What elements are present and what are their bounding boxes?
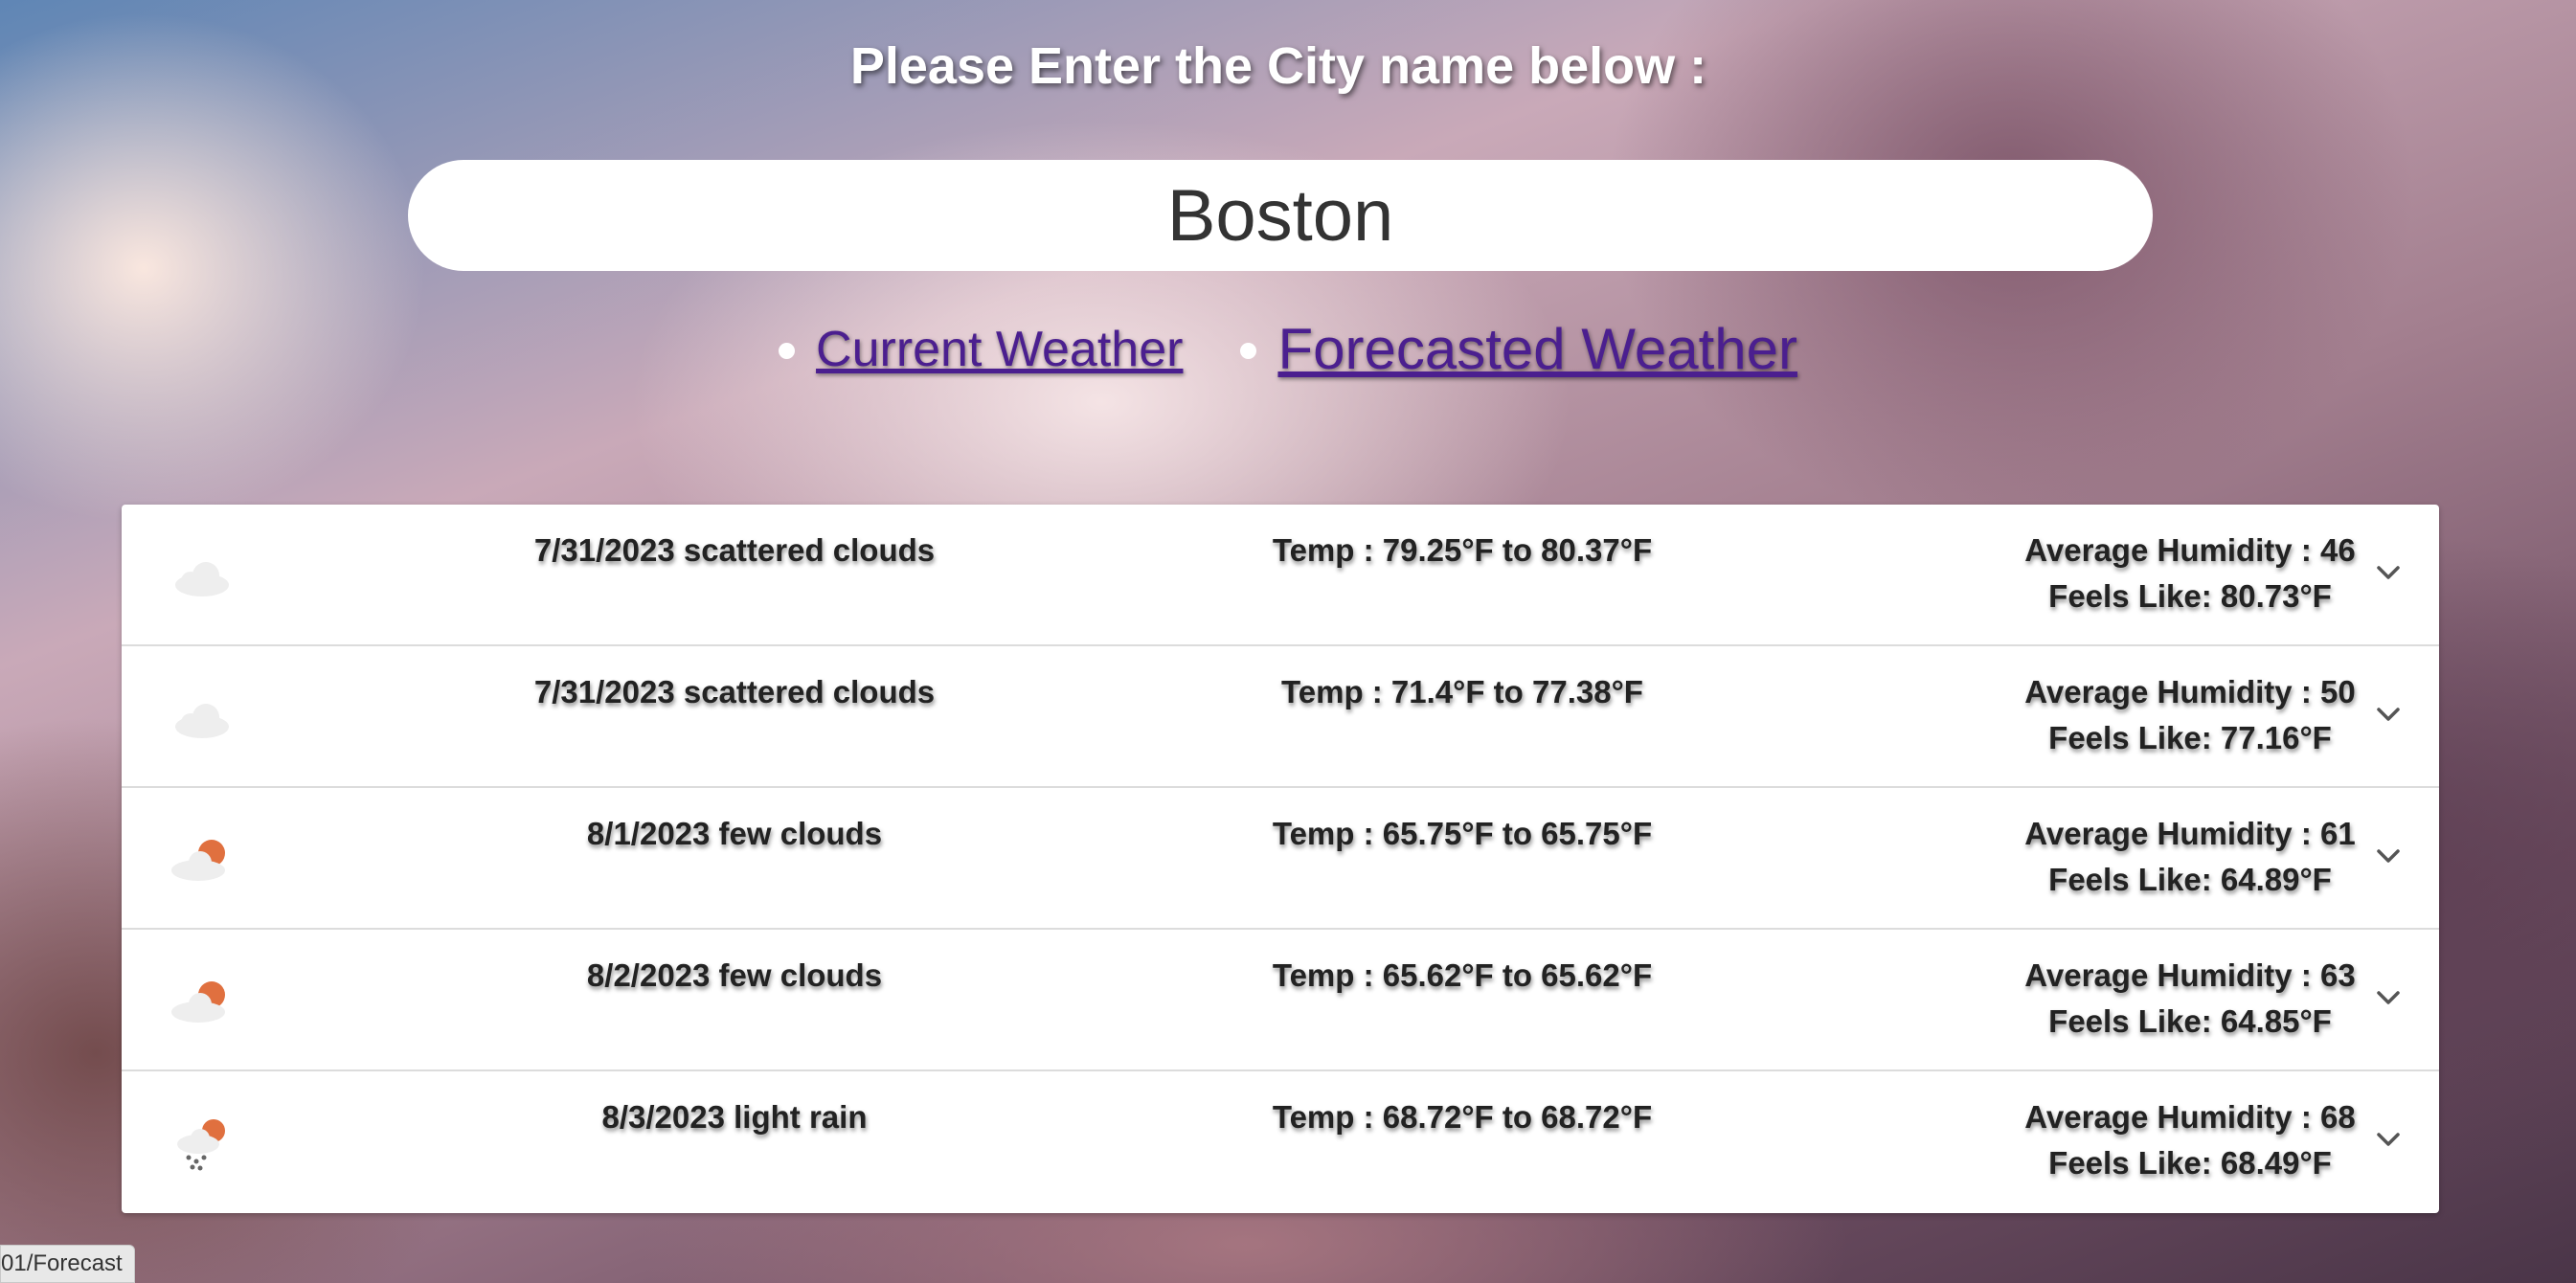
forecast-row[interactable]: 8/3/2023 light rain Temp : 68.72°F to 68… [122, 1071, 2439, 1213]
average-humidity: Average Humidity : 61 [2024, 816, 2356, 851]
status-bar-url: 01/Forecast [0, 1245, 135, 1283]
chevron-down-icon[interactable] [2374, 558, 2403, 587]
average-humidity: Average Humidity : 68 [2024, 1099, 2356, 1135]
sun-behind-cloud-icon [171, 840, 225, 881]
forecast-humidity-feels: Average Humidity : 61 Feels Like: 64.89°… [1826, 811, 2439, 903]
forecast-row[interactable]: 8/1/2023 few clouds Temp : 65.75°F to 65… [122, 788, 2439, 930]
forecast-row[interactable]: 7/31/2023 scattered clouds Temp : 71.4°F… [122, 646, 2439, 788]
forecast-date-description: 7/31/2023 scattered clouds [533, 532, 936, 568]
forecast-date-description: 8/3/2023 light rain [601, 1099, 868, 1135]
sun-behind-cloud-icon [171, 981, 225, 1023]
page-heading: Please Enter the City name below : [849, 37, 1707, 95]
cloud-icon [175, 704, 229, 738]
forecast-row[interactable]: 8/2/2023 few clouds Temp : 65.62°F to 65… [122, 930, 2439, 1071]
weather-nav: Current Weather Forecasted Weather [0, 316, 2576, 382]
bullet-icon [1240, 343, 1257, 359]
forecast-date-description: 8/2/2023 few clouds [586, 957, 883, 993]
chevron-down-icon[interactable] [2374, 983, 2403, 1012]
feels-like: Feels Like: 68.49°F [2048, 1145, 2332, 1181]
average-humidity: Average Humidity : 63 [2024, 957, 2356, 993]
chevron-down-icon[interactable] [2374, 842, 2403, 870]
chevron-down-icon[interactable] [2374, 1125, 2403, 1154]
feels-like: Feels Like: 77.16°F [2048, 720, 2332, 755]
forecast-temp-range: Temp : 79.25°F to 80.37°F [1272, 532, 1653, 568]
forecast-temp-range: Temp : 71.4°F to 77.38°F [1281, 674, 1643, 709]
forecast-temp-range: Temp : 65.62°F to 65.62°F [1272, 957, 1653, 993]
feels-like: Feels Like: 64.89°F [2048, 862, 2332, 897]
forecast-humidity-feels: Average Humidity : 63 Feels Like: 64.85°… [1826, 953, 2439, 1045]
forecasted-weather-link[interactable]: Forecasted Weather [1277, 316, 1797, 382]
feels-like: Feels Like: 64.85°F [2048, 1003, 2332, 1039]
forecast-temp-range: Temp : 65.75°F to 65.75°F [1272, 816, 1653, 851]
nav-item-current: Current Weather [779, 316, 1183, 382]
forecast-humidity-feels: Average Humidity : 46 Feels Like: 80.73°… [1826, 528, 2439, 619]
chevron-down-icon[interactable] [2374, 700, 2403, 729]
average-humidity: Average Humidity : 46 [2024, 532, 2356, 568]
forecast-temp-range: Temp : 68.72°F to 68.72°F [1272, 1099, 1653, 1135]
cloud-icon [175, 562, 229, 596]
rain-cloud-sun-icon [177, 1119, 225, 1171]
current-weather-link[interactable]: Current Weather [816, 321, 1183, 378]
average-humidity: Average Humidity : 50 [2024, 674, 2356, 709]
city-input[interactable] [408, 172, 2153, 259]
forecast-date-description: 8/1/2023 few clouds [586, 816, 883, 851]
forecast-date-description: 7/31/2023 scattered clouds [533, 674, 936, 709]
feels-like: Feels Like: 80.73°F [2048, 578, 2332, 614]
forecast-humidity-feels: Average Humidity : 68 Feels Like: 68.49°… [1826, 1094, 2439, 1186]
nav-item-forecast: Forecasted Weather [1240, 316, 1797, 382]
forecast-list: 7/31/2023 scattered clouds Temp : 79.25°… [122, 505, 2439, 1213]
forecast-row[interactable]: 7/31/2023 scattered clouds Temp : 79.25°… [122, 505, 2439, 646]
bullet-icon [779, 343, 796, 359]
forecast-humidity-feels: Average Humidity : 50 Feels Like: 77.16°… [1826, 669, 2439, 761]
city-search-field[interactable] [408, 160, 2153, 271]
